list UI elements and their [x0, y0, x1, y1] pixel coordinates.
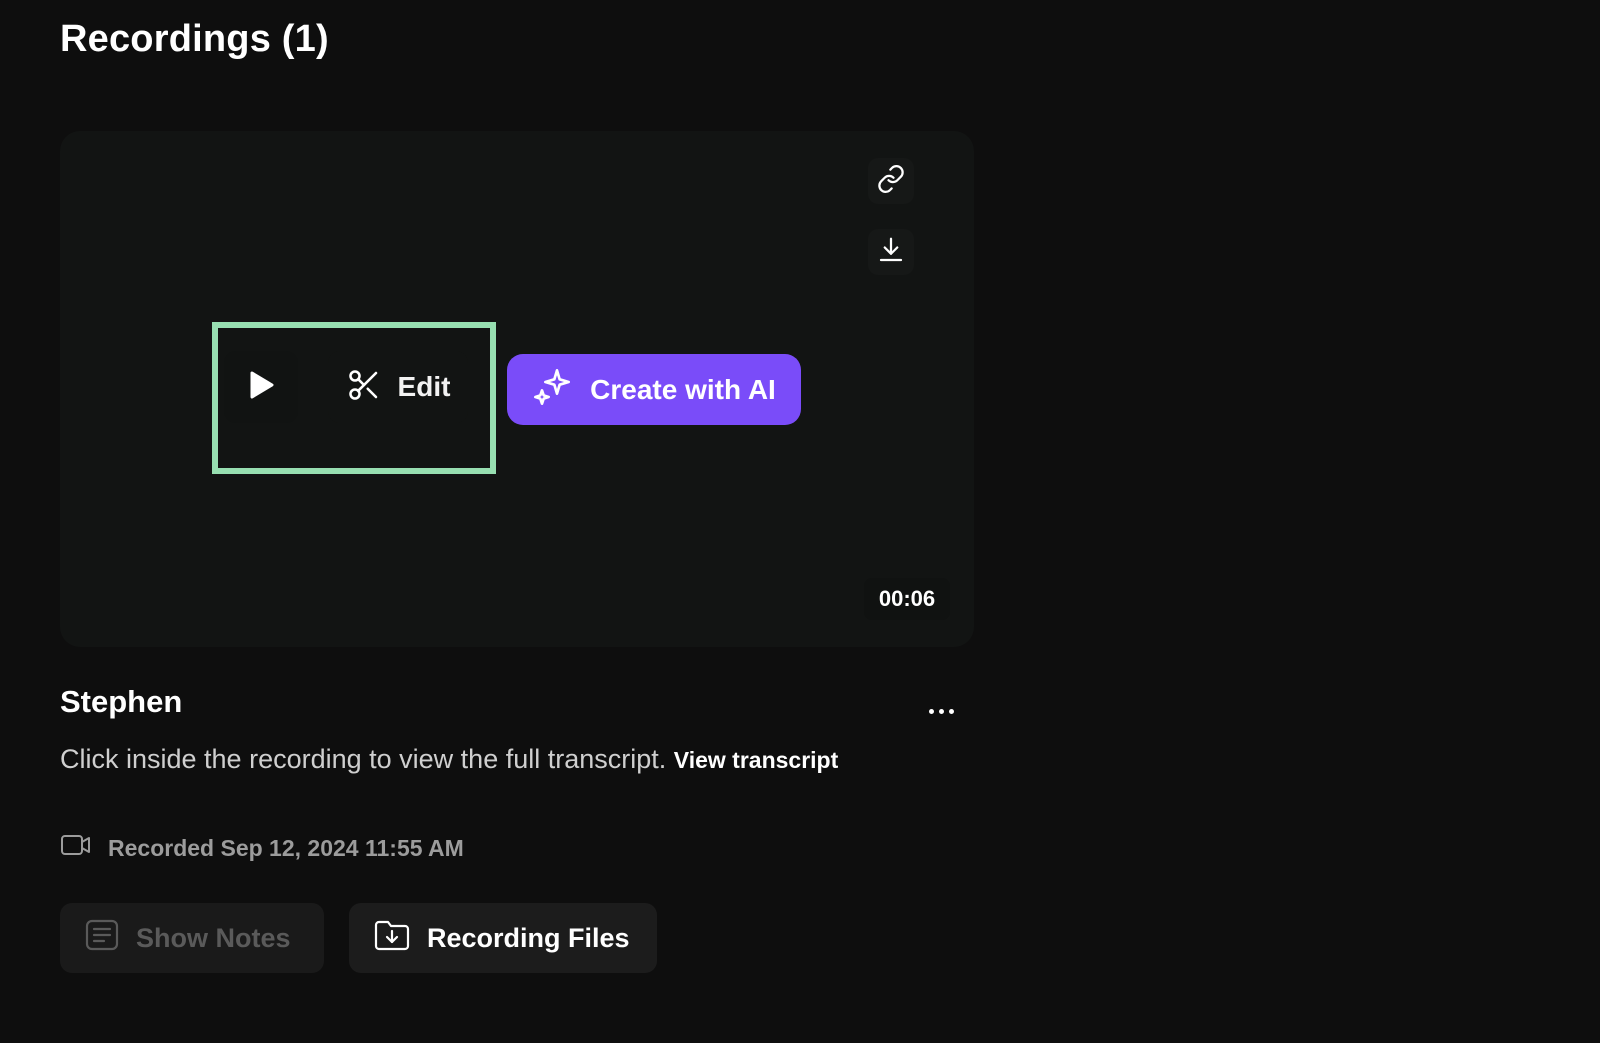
recording-description: Click inside the recording to view the f…: [60, 738, 860, 782]
play-button[interactable]: [224, 351, 298, 423]
recording-title: Stephen: [60, 684, 183, 719]
show-notes-button[interactable]: Show Notes: [60, 903, 324, 973]
notes-icon: [84, 918, 120, 959]
recording-player[interactable]: Edit Create with AI 00:06: [60, 131, 974, 647]
more-horizontal-icon: [928, 708, 934, 714]
link-icon: [876, 164, 906, 199]
sparkle-icon: [532, 367, 572, 412]
copy-link-button[interactable]: [868, 158, 914, 204]
recorded-date: Recorded Sep 12, 2024 11:55 AM: [108, 834, 464, 861]
more-options-button[interactable]: [918, 690, 964, 732]
description-text: Click inside the recording to view the f…: [60, 744, 667, 774]
recordings-page: Recordings (1) Edit Create with AI 00:06…: [0, 0, 1600, 1043]
duration-badge: 00:06: [864, 578, 950, 620]
more-horizontal-icon: [938, 708, 944, 714]
recording-files-label: Recording Files: [427, 922, 630, 953]
edit-label: Edit: [397, 371, 451, 402]
view-transcript-link[interactable]: View transcript: [674, 747, 838, 773]
folder-download-icon: [373, 917, 411, 960]
page-title: Recordings (1): [60, 18, 329, 60]
play-icon: [246, 369, 276, 406]
create-with-ai-button[interactable]: Create with AI: [507, 354, 801, 425]
more-horizontal-icon: [948, 708, 954, 714]
show-notes-label: Show Notes: [136, 922, 291, 953]
edit-button[interactable]: Edit: [328, 351, 468, 423]
recording-files-button[interactable]: Recording Files: [349, 903, 657, 973]
recorded-info: Recorded Sep 12, 2024 11:55 AM: [60, 832, 464, 864]
download-icon: [876, 235, 906, 270]
download-button[interactable]: [868, 229, 914, 275]
scissors-icon: [346, 367, 382, 408]
create-with-ai-label: Create with AI: [590, 373, 776, 405]
video-camera-icon: [60, 832, 92, 864]
